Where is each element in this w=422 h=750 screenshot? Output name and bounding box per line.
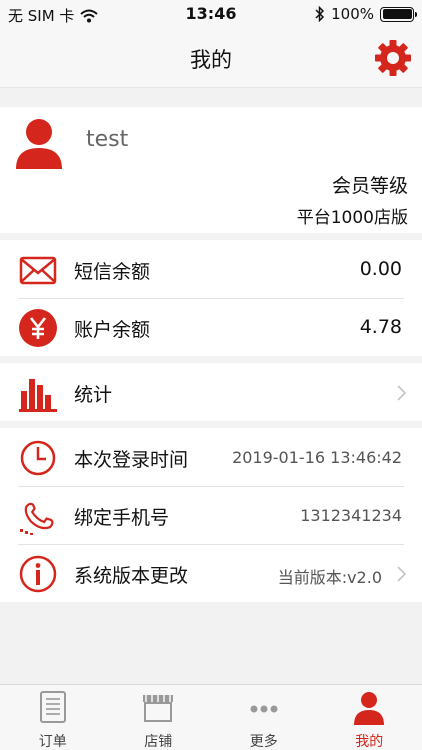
store-icon <box>143 695 174 722</box>
balance-group: 短信余额 0.00 账户余额 4.78 <box>0 240 422 356</box>
envelope-icon <box>19 256 57 285</box>
tab-store[interactable]: 店铺 <box>106 685 212 750</box>
account-balance-value: 4.78 <box>359 316 402 338</box>
stats-label: 统计 <box>74 384 113 406</box>
version-label: 系统版本更改 <box>74 565 189 587</box>
info-group: 本次登录时间 2019-01-16 13:46:42 绑定手机号 1312341… <box>0 428 422 602</box>
sms-balance-value: 0.00 <box>359 258 402 280</box>
avatar-icon <box>16 119 62 169</box>
username: test <box>86 127 129 152</box>
more-icon <box>250 705 278 713</box>
bar-chart-icon <box>19 379 57 412</box>
tab-store-label: 店铺 <box>144 734 173 750</box>
phone-icon <box>20 502 54 535</box>
login-time-value: 2019-01-16 13:46:42 <box>232 448 402 467</box>
chevron-right-icon <box>397 385 406 401</box>
stats-group: 统计 <box>0 363 422 421</box>
tab-profile[interactable]: 我的 <box>317 685 422 750</box>
chevron-right-icon <box>397 566 406 582</box>
page-title: 我的 <box>190 48 232 72</box>
battery-icon <box>380 6 417 22</box>
tab-profile-label: 我的 <box>355 734 384 750</box>
tab-bar: 订单 店铺 更多 我的 <box>0 684 422 750</box>
yen-icon <box>19 309 57 347</box>
member-level-label: 会员等级 <box>331 175 408 197</box>
tab-orders-label: 订单 <box>38 734 67 750</box>
phone-label: 绑定手机号 <box>74 507 170 529</box>
order-icon <box>39 691 66 723</box>
settings-gear-icon[interactable] <box>372 37 414 79</box>
tab-orders[interactable]: 订单 <box>0 685 106 750</box>
profile-card: test 会员等级 平台1000店版 <box>0 107 422 233</box>
member-level-value: 平台1000店版 <box>296 208 408 228</box>
phone-value: 1312341234 <box>300 506 402 525</box>
version-row[interactable]: 系统版本更改 当前版本:v2.0 <box>0 544 422 602</box>
navigation-bar: 我的 <box>0 28 422 88</box>
login-time-row: 本次登录时间 2019-01-16 13:46:42 <box>0 428 422 486</box>
battery-percent: 100% <box>331 5 374 23</box>
sms-balance-row: 短信余额 0.00 <box>0 240 422 298</box>
tab-more[interactable]: 更多 <box>211 685 317 750</box>
profile-icon <box>354 692 385 725</box>
info-icon <box>19 555 57 593</box>
bluetooth-icon <box>315 6 325 22</box>
account-balance-label: 账户余额 <box>74 319 151 341</box>
clock-icon <box>20 440 56 476</box>
phone-row[interactable]: 绑定手机号 1312341234 <box>0 486 422 544</box>
status-right: 100% <box>315 5 417 23</box>
stats-row[interactable]: 统计 <box>0 363 422 421</box>
status-bar: 无 SIM 卡 13:46 100% <box>0 0 422 28</box>
account-balance-row: 账户余额 4.78 <box>0 298 422 356</box>
version-value: 当前版本:v2.0 <box>277 568 382 587</box>
sms-balance-label: 短信余额 <box>74 261 151 283</box>
login-time-label: 本次登录时间 <box>74 449 189 471</box>
tab-more-label: 更多 <box>249 734 278 750</box>
